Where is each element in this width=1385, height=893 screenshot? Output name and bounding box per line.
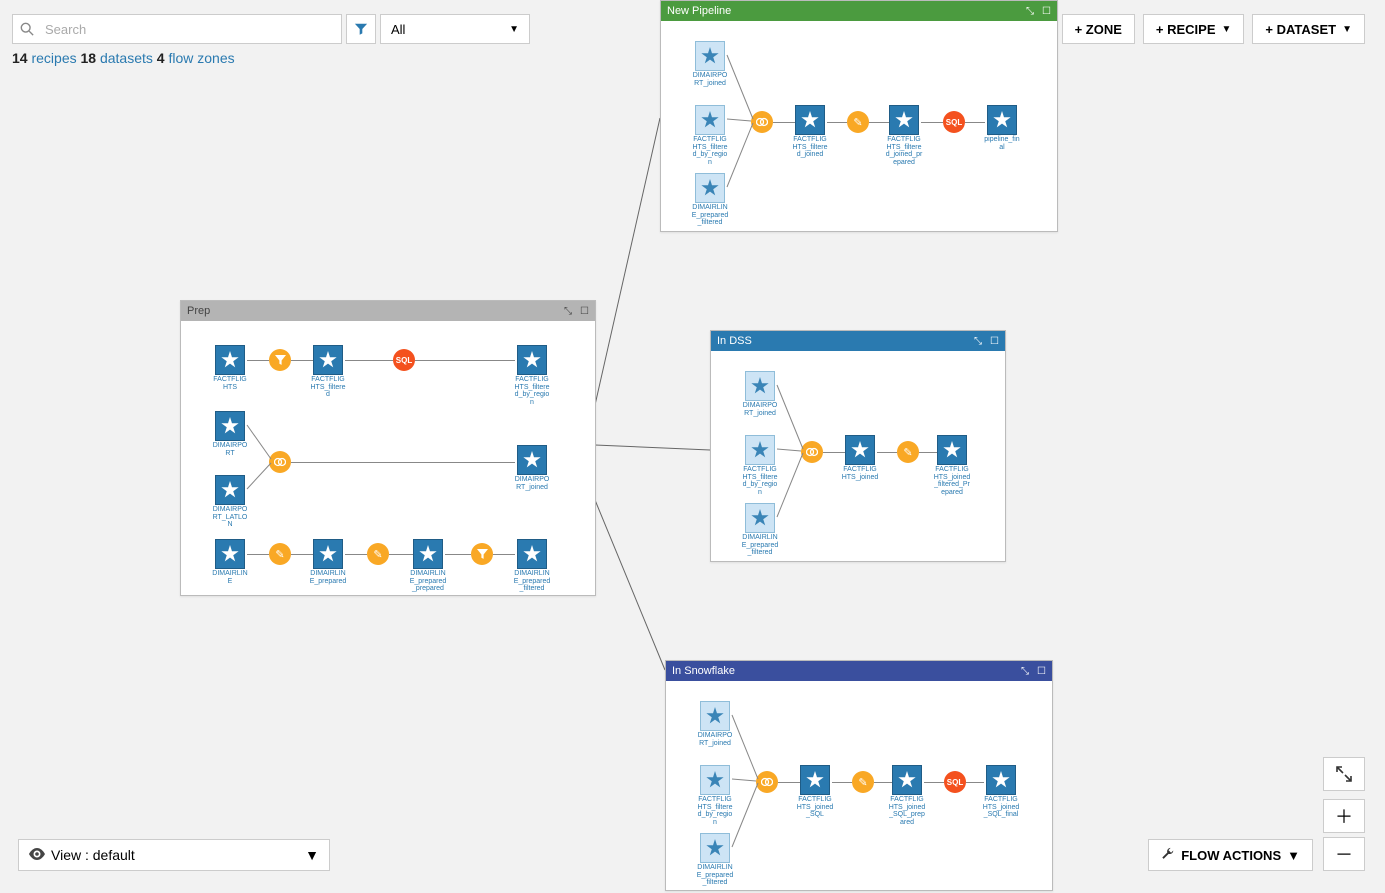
zone-body: FACTFLIGHTS FACTFLIGHTS_filtered SQL FAC… xyxy=(181,321,595,597)
wrench-icon xyxy=(1161,847,1175,864)
zones-link[interactable]: flow zones xyxy=(168,50,234,66)
zone-header[interactable]: In Snowflake ⤡ ☐ xyxy=(666,661,1052,681)
add-dataset-button[interactable]: + DATASET▼ xyxy=(1252,14,1365,44)
recipe-filter[interactable] xyxy=(269,349,291,371)
maximize-icon[interactable]: ☐ xyxy=(1037,666,1046,677)
collapse-icon[interactable]: ⤡ xyxy=(564,306,572,317)
zone-prep[interactable]: Prep ⤡ ☐ FACTFLIGHTS FACTFLIGHTS_filtere… xyxy=(180,300,596,596)
dataset-node[interactable]: FACTFLIGHTS_joined_SQL_final xyxy=(982,765,1020,819)
filter-dropdown[interactable]: All ▼ xyxy=(380,14,530,44)
zone-in-snowflake[interactable]: In Snowflake ⤡ ☐ DIMAIRPORT_joined FACTF… xyxy=(665,660,1053,891)
zoom-out-button[interactable]: － xyxy=(1323,837,1365,871)
caret-down-icon: ▼ xyxy=(305,847,319,863)
filter-button[interactable] xyxy=(346,14,376,44)
recipe-sql[interactable]: SQL xyxy=(393,349,415,371)
search-group xyxy=(12,14,342,44)
caret-down-icon: ▼ xyxy=(1287,848,1300,863)
dataset-node[interactable]: FACTFLIGHTS_joined_SQL_prepared xyxy=(888,765,926,827)
zone-new-pipeline[interactable]: New Pipeline ⤡ ☐ DIMAIRPORT_joined FACTF… xyxy=(660,0,1058,232)
datasets-link[interactable]: datasets xyxy=(100,50,153,66)
maximize-icon[interactable]: ☐ xyxy=(580,306,589,317)
zone-body: DIMAIRPORT_joined FACTFLIGHTS_filtered_b… xyxy=(711,351,1005,563)
collapse-icon[interactable]: ⤡ xyxy=(1026,6,1034,17)
recipe-prepare[interactable]: ✎ xyxy=(897,441,919,463)
zone-title: New Pipeline xyxy=(667,5,731,17)
dataset-node[interactable]: pipeline_final xyxy=(983,105,1021,151)
zone-body: DIMAIRPORT_joined FACTFLIGHTS_filtered_b… xyxy=(666,681,1052,893)
maximize-icon[interactable]: ☐ xyxy=(990,336,999,347)
maximize-icon[interactable]: ☐ xyxy=(1042,6,1051,17)
dataset-node[interactable]: FACTFLIGHTS_filtered xyxy=(309,345,347,399)
flow-summary: 14 recipes 18 datasets 4 flow zones xyxy=(12,50,235,66)
zone-header[interactable]: In DSS ⤡ ☐ xyxy=(711,331,1005,351)
flow-canvas[interactable]: Prep ⤡ ☐ FACTFLIGHTS FACTFLIGHTS_filtere… xyxy=(0,0,1385,891)
zone-title: Prep xyxy=(187,305,210,317)
zone-header[interactable]: New Pipeline ⤡ ☐ xyxy=(661,1,1057,21)
zone-body: DIMAIRPORT_joined FACTFLIGHTS_filtered_b… xyxy=(661,21,1057,233)
recipe-prepare[interactable]: ✎ xyxy=(852,771,874,793)
dataset-node[interactable]: FACTFLIGHTS_filtered_joined_prepared xyxy=(885,105,923,167)
dataset-node[interactable]: DIMAIRLINE_prepared_prepared xyxy=(409,539,447,593)
caret-down-icon: ▼ xyxy=(1342,24,1352,35)
zone-title: In DSS xyxy=(717,335,752,347)
flow-actions-button[interactable]: FLOW ACTIONS ▼ xyxy=(1148,839,1313,871)
dataset-node[interactable]: FACTFLIGHTS xyxy=(211,345,249,391)
eye-icon xyxy=(29,847,45,863)
add-recipe-button[interactable]: + RECIPE▼ xyxy=(1143,14,1245,44)
add-zone-button[interactable]: + ZONE xyxy=(1062,14,1135,44)
dataset-node[interactable]: DIMAIRLINE_prepared xyxy=(309,539,347,585)
recipe-prepare[interactable]: ✎ xyxy=(367,543,389,565)
dataset-node[interactable]: FACTFLIGHTS_filtered_by_region xyxy=(513,345,551,407)
caret-down-icon: ▼ xyxy=(509,24,519,35)
search-icon[interactable] xyxy=(13,15,41,43)
search-input[interactable] xyxy=(41,15,341,43)
recipes-link[interactable]: recipes xyxy=(31,50,76,66)
dataset-node[interactable]: FACTFLIGHTS_joined xyxy=(841,435,879,481)
zone-in-dss[interactable]: In DSS ⤡ ☐ DIMAIRPORT_joined FACTFLIGHTS… xyxy=(710,330,1006,562)
dataset-node[interactable]: DIMAIRPORT_joined xyxy=(513,445,551,491)
view-dropdown[interactable]: View : default ▼ xyxy=(18,839,330,871)
zone-header[interactable]: Prep ⤡ ☐ xyxy=(181,301,595,321)
recipe-prepare[interactable]: ✎ xyxy=(269,543,291,565)
caret-down-icon: ▼ xyxy=(1222,24,1232,35)
dataset-node[interactable]: FACTFLIGHTS_joined_SQL xyxy=(796,765,834,819)
fullscreen-button[interactable] xyxy=(1323,757,1365,791)
collapse-icon[interactable]: ⤡ xyxy=(1021,666,1029,677)
recipe-filter[interactable] xyxy=(471,543,493,565)
dataset-node[interactable]: DIMAIRLINE_prepared_filtered xyxy=(513,539,551,593)
recipe-sql[interactable]: SQL xyxy=(944,771,966,793)
dataset-node[interactable]: DIMAIRLINE xyxy=(211,539,249,585)
recipe-prepare[interactable]: ✎ xyxy=(847,111,869,133)
dataset-node[interactable]: FACTFLIGHTS_filtered_joined xyxy=(791,105,829,159)
recipe-sql[interactable]: SQL xyxy=(943,111,965,133)
dataset-node[interactable]: FACTFLIGHTS_joined_filtered_Prepared xyxy=(933,435,971,497)
zoom-in-button[interactable]: ＋ xyxy=(1323,799,1365,833)
collapse-icon[interactable]: ⤡ xyxy=(974,336,982,347)
zone-title: In Snowflake xyxy=(672,665,735,677)
